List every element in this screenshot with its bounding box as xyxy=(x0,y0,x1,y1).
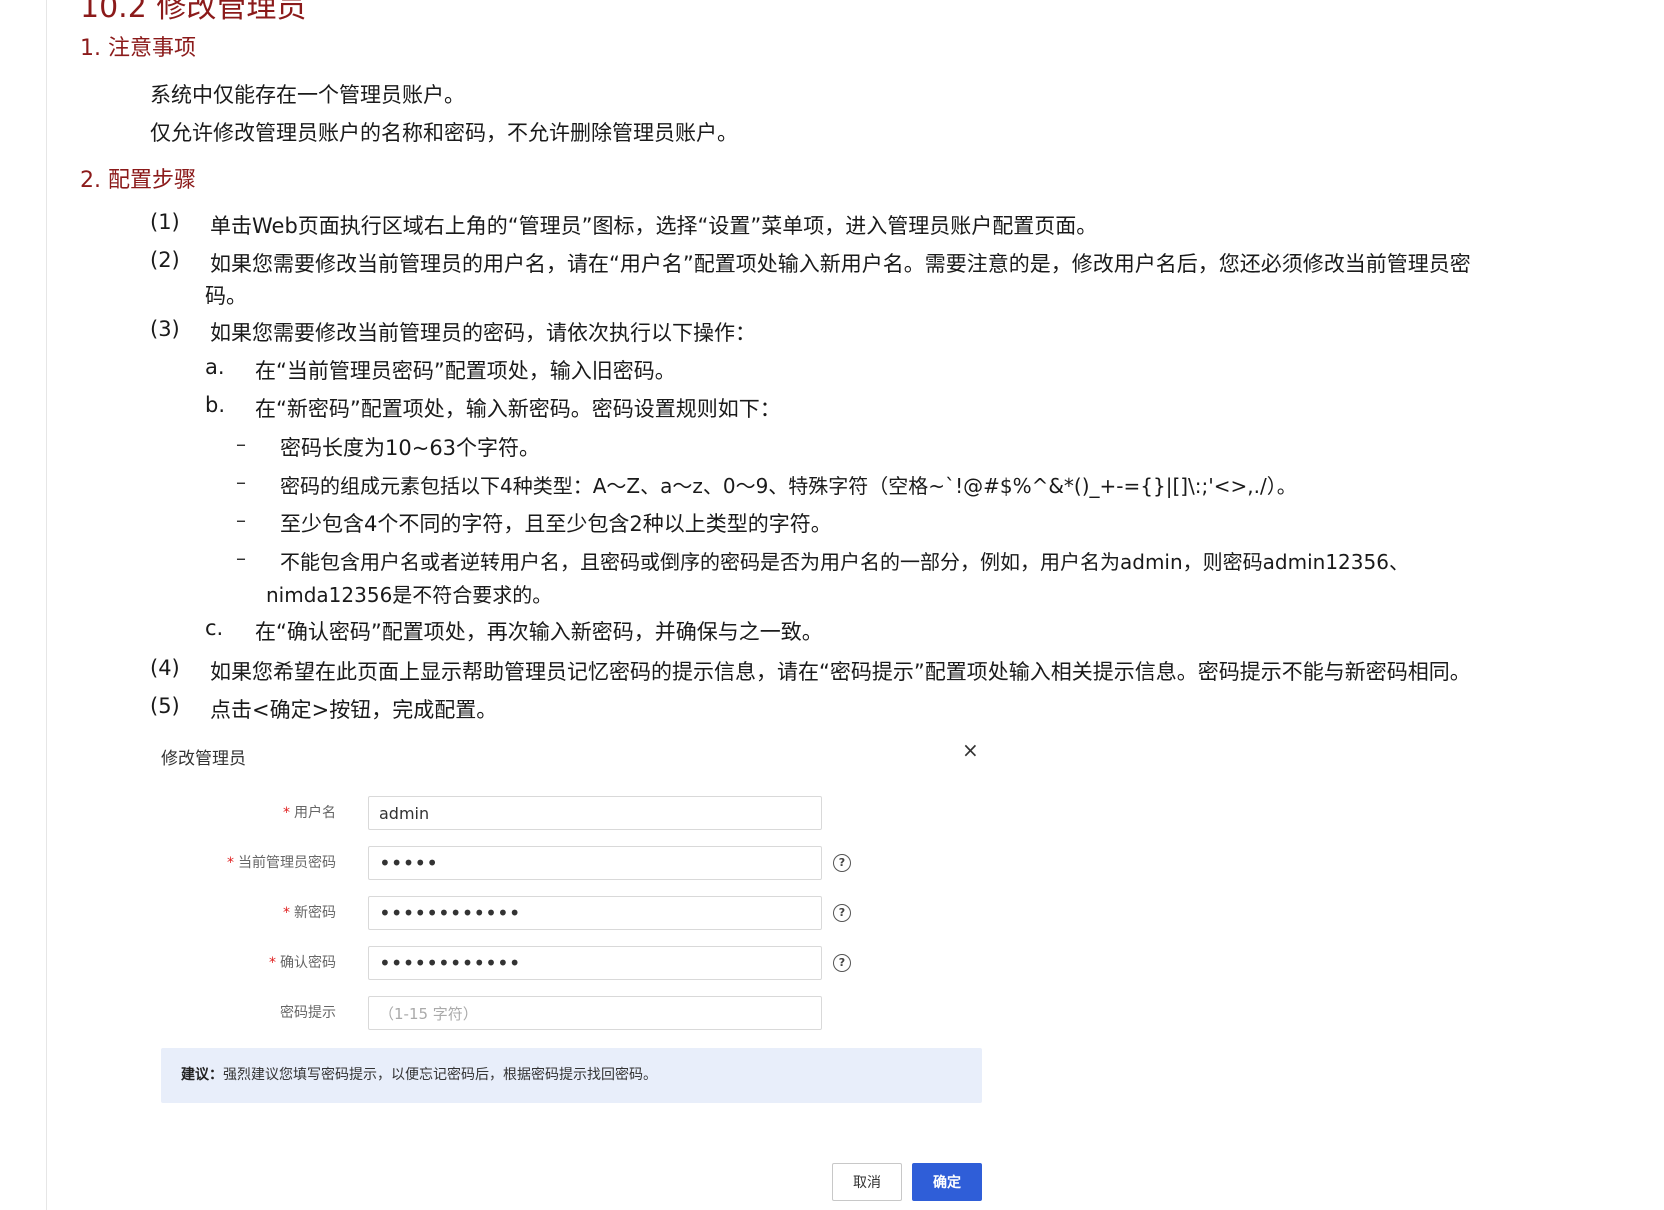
substep-text: 在“新密码”配置项处，输入新密码。密码设置规则如下： xyxy=(255,397,781,421)
step-number: (3) xyxy=(150,317,180,341)
note-1: 系统中仅能存在一个管理员账户。 xyxy=(150,83,465,107)
rule-dash: – xyxy=(236,546,246,570)
required-mark: * xyxy=(269,955,276,971)
section-heading-10-2: 10.2 修改管理员 xyxy=(80,0,307,25)
new-password-input[interactable] xyxy=(368,896,822,930)
current-password-input[interactable] xyxy=(368,846,822,880)
required-mark: * xyxy=(227,855,234,871)
step-number: (5) xyxy=(150,694,180,718)
confirm-password-label-text: 确认密码 xyxy=(280,955,336,971)
current-password-label: * 当前管理员密码 xyxy=(146,852,336,872)
rule-dash: – xyxy=(236,508,246,532)
username-input[interactable] xyxy=(368,796,822,830)
section-title-steps: 2. 配置步骤 xyxy=(80,168,196,193)
step-number: (4) xyxy=(150,656,180,680)
confirm-password-input[interactable] xyxy=(368,946,822,980)
step-text: 点击<确定>按钮，完成配置。 xyxy=(210,698,498,722)
rule-dash: – xyxy=(236,470,246,494)
rule-text: 密码的组成元素包括以下4种类型：A～Z、a～z、0～9、特殊字符（空格~`!@#… xyxy=(280,474,1297,498)
rule-dash: – xyxy=(236,432,246,456)
step-text: 如果您需要修改当前管理员的用户名，请在“用户名”配置项处输入新用户名。需要注意的… xyxy=(210,252,1471,276)
username-label-text: 用户名 xyxy=(294,805,336,821)
left-margin-rule xyxy=(46,0,47,1210)
close-icon[interactable]: × xyxy=(962,738,979,762)
substep-letter: b. xyxy=(205,393,226,417)
suggestion-tip: 建议：强烈建议您填写密码提示，以便忘记密码后，根据密码提示找回密码。 xyxy=(161,1048,982,1103)
step-number: (1) xyxy=(150,210,180,234)
username-label: * 用户名 xyxy=(146,802,336,822)
substep-text: 在“确认密码”配置项处，再次输入新密码，并确保与之一致。 xyxy=(255,620,823,644)
password-hint-label: 密码提示 xyxy=(280,1005,336,1021)
step-number: (2) xyxy=(150,248,180,272)
rule-text-cont: nimda12356是不符合要求的。 xyxy=(266,583,553,607)
substep-letter: a. xyxy=(205,355,225,379)
help-icon[interactable]: ? xyxy=(833,954,851,972)
help-icon[interactable]: ? xyxy=(833,904,851,922)
tip-text: 强烈建议您填写密码提示，以便忘记密码后，根据密码提示找回密码。 xyxy=(223,1067,657,1083)
step-text-cont: 码。 xyxy=(205,284,247,308)
section-title-notes: 1. 注意事项 xyxy=(80,36,196,61)
new-password-label: * 新密码 xyxy=(146,902,336,922)
password-hint-input[interactable] xyxy=(368,996,822,1030)
tip-label: 建议： xyxy=(181,1067,223,1083)
rule-text: 至少包含4个不同的字符，且至少包含2种以上类型的字符。 xyxy=(280,512,832,536)
note-2: 仅允许修改管理员账户的名称和密码，不允许删除管理员账户。 xyxy=(150,121,738,145)
dialog-title: 修改管理员 xyxy=(161,749,246,769)
required-mark: * xyxy=(283,905,290,921)
rule-text: 不能包含用户名或者逆转用户名，且密码或倒序的密码是否为用户名的一部分，例如，用户… xyxy=(280,550,1409,574)
current-password-label-text: 当前管理员密码 xyxy=(238,855,336,871)
required-mark: * xyxy=(283,805,290,821)
new-password-label-text: 新密码 xyxy=(294,905,336,921)
step-text: 如果您希望在此页面上显示帮助管理员记忆密码的提示信息，请在“密码提示”配置项处输… xyxy=(210,660,1471,684)
step-text: 单击Web页面执行区域右上角的“管理员”图标，选择“设置”菜单项，进入管理员账户… xyxy=(210,214,1098,238)
step-text: 如果您需要修改当前管理员的密码，请依次执行以下操作： xyxy=(210,321,756,345)
confirm-button[interactable]: 确定 xyxy=(912,1163,982,1201)
help-icon[interactable]: ? xyxy=(833,854,851,872)
substep-letter: c. xyxy=(205,616,224,640)
confirm-password-label: * 确认密码 xyxy=(146,952,336,972)
rule-text: 密码长度为10~63个字符。 xyxy=(280,436,541,460)
substep-text: 在“当前管理员密码”配置项处，输入旧密码。 xyxy=(255,359,676,383)
cancel-button[interactable]: 取消 xyxy=(832,1163,902,1201)
